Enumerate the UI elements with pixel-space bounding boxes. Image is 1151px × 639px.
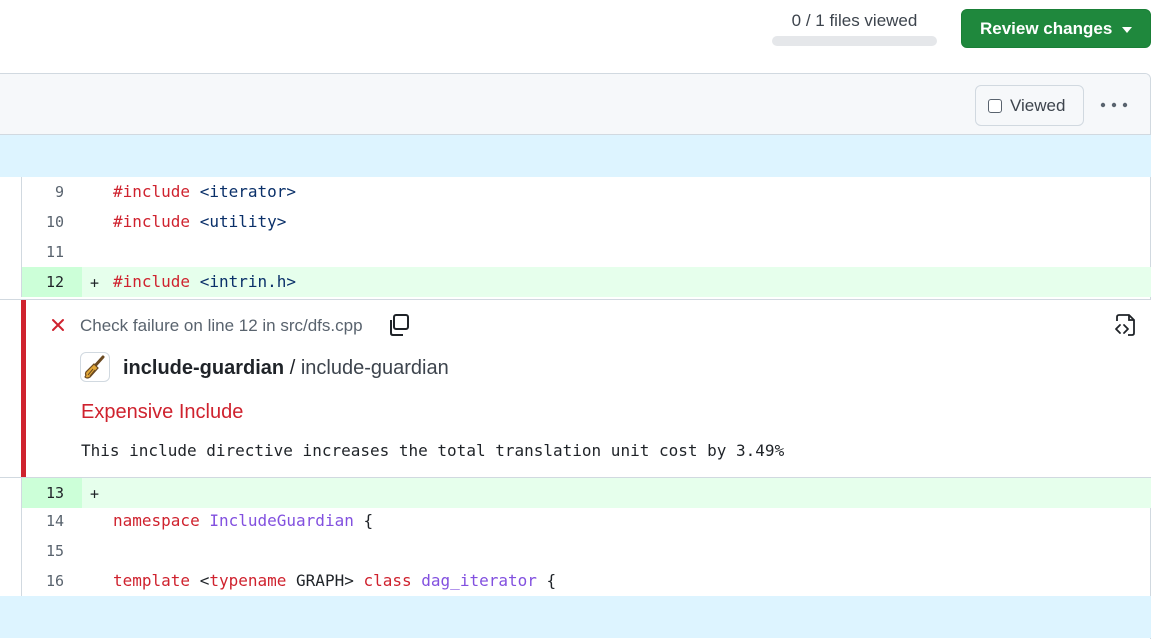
code-token: template (113, 571, 191, 590)
code-content: namespace IncludeGuardian { (113, 506, 373, 536)
app-avatar[interactable] (80, 352, 110, 382)
diff-line-rule (0, 177, 22, 207)
annotation-source: include-guardian / include-guardian (123, 355, 449, 381)
line-number[interactable]: 9 (22, 177, 82, 207)
diff-line: 13 + (0, 478, 1151, 508)
broom-icon (84, 355, 105, 379)
diff-line-rule (0, 566, 22, 596)
check-annotation: Check failure on line 12 in src/dfs.cpp … (0, 299, 1151, 478)
code-token: #include (113, 272, 191, 291)
line-number[interactable]: 11 (22, 237, 82, 267)
code-content: #include <utility> (113, 207, 286, 237)
diff-line: 12 + #include <intrin.h> (0, 267, 1151, 297)
check-name: include-guardian (300, 357, 449, 379)
code-token: dag_iterator (421, 571, 537, 590)
code-token: { (353, 511, 374, 530)
code-token: namespace (113, 511, 200, 530)
files-viewed-counter: 0 / 1 files viewed (772, 10, 937, 32)
annotation-title: Expensive Include (81, 401, 244, 423)
file-code-icon[interactable] (1113, 312, 1139, 338)
code-token: <utility> (199, 212, 287, 231)
diff-marker: + (90, 485, 100, 503)
diff-line: 15 (0, 536, 1151, 566)
diff-line-rule (0, 207, 22, 237)
review-changes-label: Review changes (980, 18, 1113, 38)
diff-marker: + (90, 274, 100, 292)
viewed-checkbox[interactable] (988, 98, 1002, 113)
line-number[interactable]: 15 (22, 536, 82, 566)
app-name[interactable]: include-guardian (123, 357, 284, 379)
review-changes-button[interactable]: Review changes (961, 9, 1151, 48)
line-number[interactable]: 13 (22, 478, 82, 508)
code-token: GRAPH> (286, 571, 364, 590)
annotation-summary: Check failure on line 12 in src/dfs.cpp (80, 316, 363, 335)
diff-line-rule (0, 267, 22, 297)
code-content: #include <intrin.h> (113, 267, 296, 297)
line-number[interactable]: 14 (22, 506, 82, 536)
line-number[interactable]: 12 (22, 267, 82, 297)
kebab-horizontal-icon (1100, 102, 1128, 108)
file-header: Viewed (0, 74, 1150, 135)
diff-line-rule (0, 506, 22, 536)
hunk-expander-bottom[interactable] (0, 596, 1151, 638)
diff-line: 16 template <typename GRAPH> class dag_it… (0, 566, 1151, 596)
line-number[interactable]: 10 (22, 207, 82, 237)
diff-line-rule (0, 478, 22, 508)
diff-line: 11 (0, 237, 1151, 267)
source-separator: / (289, 357, 296, 379)
files-viewed-label: 0 / 1 files viewed (791, 11, 918, 30)
triangle-down-icon (1122, 27, 1132, 33)
copy-icon[interactable] (386, 312, 412, 338)
line-number[interactable]: 16 (22, 566, 82, 596)
code-token: #include (113, 212, 191, 231)
code-token: { (536, 571, 557, 590)
code-token: < (199, 571, 210, 590)
code-token: class (363, 571, 412, 590)
code-token: IncludeGuardian (209, 511, 354, 530)
code-content: #include <iterator> (113, 177, 296, 207)
code-token: <intrin.h> (199, 272, 297, 291)
diff-line-rule (0, 237, 22, 267)
code-token: typename (209, 571, 287, 590)
diff-line-rule (0, 536, 22, 566)
hunk-expander-top[interactable] (0, 135, 1151, 177)
viewed-label: Viewed (1010, 95, 1066, 115)
viewed-toggle-button[interactable]: Viewed (975, 85, 1084, 126)
files-viewed-progress (772, 36, 937, 46)
annotation-message: This include directive increases the tot… (81, 441, 785, 460)
x-icon (52, 319, 64, 331)
diff-line: 10 #include <utility> (0, 207, 1151, 237)
diff-line: 14 namespace IncludeGuardian { (0, 506, 1151, 536)
more-options-button[interactable] (1096, 91, 1132, 119)
failure-bar (21, 300, 26, 477)
diff-line: 9 #include <iterator> (0, 177, 1151, 207)
code-content: template <typename GRAPH> class dag_iter… (113, 566, 556, 596)
code-token: <iterator> (199, 182, 297, 201)
code-token: #include (113, 182, 191, 201)
